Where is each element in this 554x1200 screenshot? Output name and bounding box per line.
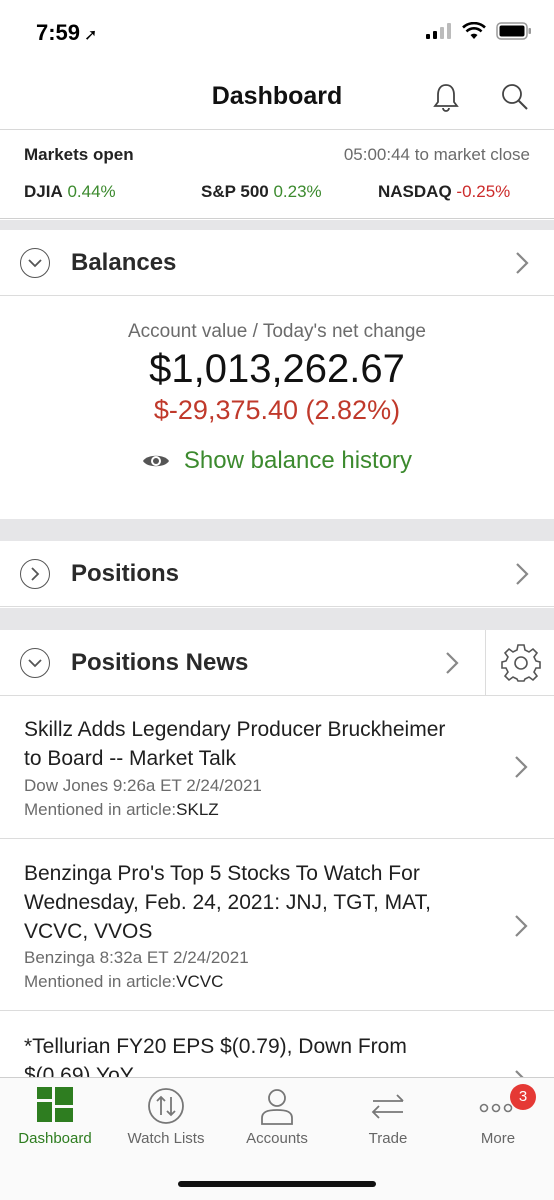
home-indicator[interactable] (178, 1181, 376, 1187)
collapse-chevron-icon[interactable] (20, 648, 50, 678)
location-arrow-icon: ➚ (84, 27, 98, 44)
watch-lists-icon (148, 1088, 184, 1124)
bell-icon[interactable] (432, 82, 460, 112)
person-icon (261, 1089, 293, 1125)
index-djia[interactable]: DJIA 0.44% (24, 182, 116, 202)
tab-trade[interactable]: Trade (333, 1078, 443, 1158)
balances-title: Balances (71, 249, 177, 276)
chevron-right-icon[interactable] (514, 914, 528, 938)
tab-dashboard[interactable]: Dashboard (0, 1078, 110, 1158)
wifi-icon (462, 22, 486, 39)
tab-label: Accounts (246, 1130, 308, 1147)
news-meta: Dow Jones 9:26a ET 2/24/2021 Mentioned i… (24, 774, 262, 822)
balances-header[interactable]: Balances (0, 230, 554, 296)
search-icon[interactable] (500, 82, 530, 112)
chevron-right-icon[interactable] (445, 651, 459, 675)
index-name: NASDAQ (378, 182, 452, 201)
section-divider (0, 519, 554, 541)
show-balance-history-label: Show balance history (183, 447, 413, 474)
market-summary: Markets open 05:00:44 to market close DJ… (0, 131, 554, 219)
positions-news-title: Positions News (71, 649, 249, 676)
page-title: Dashboard (211, 82, 343, 110)
nav-bar: Dashboard (0, 66, 554, 130)
index-change: 0.44% (67, 182, 116, 201)
news-ticker[interactable]: VCVC (176, 972, 223, 991)
tab-bar: Dashboard Watch Lists Accounts Trade Mor… (0, 1077, 554, 1200)
positions-header[interactable]: Positions (0, 541, 554, 607)
news-headline: Skillz Adds Legendary Producer Bruckheim… (24, 718, 446, 770)
balances-panel: Account value / Today's net change $1,01… (0, 297, 554, 519)
trade-arrows-icon (371, 1094, 404, 1119)
tab-label: Dashboard (18, 1130, 92, 1147)
index-nasdaq[interactable]: NASDAQ -0.25% (378, 182, 510, 202)
chevron-right-icon[interactable] (515, 251, 529, 275)
account-value: $1,013,262.67 (149, 347, 405, 391)
section-divider (0, 608, 554, 630)
market-close-countdown: 05:00:44 to market close (343, 145, 530, 164)
notification-badge: 3 (510, 1084, 536, 1110)
index-name: S&P 500 (201, 182, 269, 201)
positions-news-header[interactable]: Positions News (0, 630, 554, 696)
tab-more[interactable]: More (443, 1078, 553, 1158)
section-divider (0, 220, 554, 230)
news-item[interactable]: *Tellurian FY20 EPS $(0.79), Down From $… (0, 1011, 554, 1077)
net-change: $-29,375.40 (2.82%) (153, 395, 401, 425)
news-source: Benzinga 8:32a ET 2/24/2021 (24, 948, 249, 967)
news-headline: Benzinga Pro's Top 5 Stocks To Watch For… (24, 862, 431, 943)
status-bar: 7:59 ➚ (0, 0, 554, 66)
chevron-right-icon[interactable] (515, 562, 529, 586)
index-change: 0.23% (273, 182, 322, 201)
news-mention: Mentioned in article:VCVC (24, 972, 224, 991)
news-meta: Benzinga 8:32a ET 2/24/2021 Mentioned in… (24, 946, 249, 994)
status-icons (426, 22, 532, 40)
tab-label: Trade (368, 1130, 408, 1147)
status-time: 7:59 ➚ (36, 20, 98, 45)
news-source: Dow Jones 9:26a ET 2/24/2021 (24, 776, 262, 795)
eye-icon (142, 455, 169, 467)
tab-accounts[interactable]: Accounts (222, 1078, 332, 1158)
news-mention: Mentioned in article:SKLZ (24, 800, 219, 819)
news-settings-button[interactable] (485, 630, 554, 696)
news-ticker[interactable]: SKLZ (176, 800, 219, 819)
cellular-signal-icon (426, 23, 451, 39)
battery-icon (496, 22, 531, 40)
news-item[interactable]: Skillz Adds Legendary Producer Bruckheim… (0, 697, 554, 839)
news-headline: *Tellurian FY20 EPS $(0.79), Down From $… (24, 1035, 407, 1077)
chevron-right-icon[interactable] (514, 1069, 528, 1077)
tab-watch-lists[interactable]: Watch Lists (111, 1078, 221, 1158)
gear-icon (501, 644, 541, 682)
index-sp500[interactable]: S&P 500 0.23% (201, 182, 322, 202)
chevron-right-icon[interactable] (514, 755, 528, 779)
expand-chevron-icon[interactable] (20, 559, 50, 589)
index-change: -0.25% (456, 182, 511, 201)
index-name: DJIA (24, 182, 63, 201)
show-balance-history-link[interactable]: Show balance history (0, 447, 554, 475)
tab-label: More (480, 1130, 516, 1147)
collapse-chevron-icon[interactable] (20, 248, 50, 278)
account-value-label: Account value / Today's net change (128, 321, 426, 342)
news-item[interactable]: Benzinga Pro's Top 5 Stocks To Watch For… (0, 839, 554, 1011)
tab-label: Watch Lists (127, 1130, 205, 1147)
dashboard-icon (37, 1087, 73, 1122)
market-status: Markets open (24, 145, 134, 164)
positions-title: Positions (71, 560, 180, 587)
